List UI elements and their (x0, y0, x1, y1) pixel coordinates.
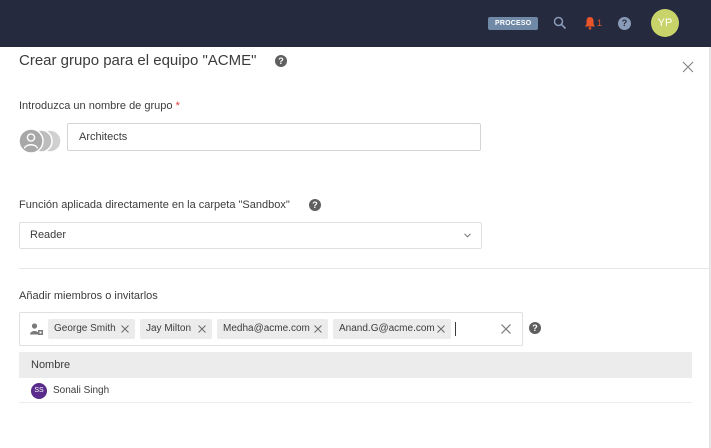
remove-chip-icon[interactable] (437, 325, 445, 333)
user-avatar[interactable]: YP (651, 9, 679, 37)
role-selected-value: Reader (30, 229, 67, 241)
bell-icon[interactable] (584, 16, 596, 30)
member-chip: Medha@acme.com (217, 319, 328, 339)
top-bar: PROCESO 1 ? YP (0, 0, 711, 47)
member-chip-label: George Smith (54, 323, 116, 334)
chevron-down-icon (464, 233, 471, 238)
member-chip: Jay Milton (140, 319, 212, 339)
remove-chip-icon[interactable] (314, 325, 322, 333)
group-avatar-icon (18, 128, 62, 154)
result-avatar: SS (31, 383, 47, 399)
remove-chip-icon[interactable] (198, 325, 206, 333)
help-icon[interactable]: ? (618, 17, 631, 30)
clear-icon[interactable] (501, 324, 511, 334)
member-chip: Anand.G@acme.com (333, 319, 451, 339)
remove-chip-icon[interactable] (121, 325, 129, 333)
member-chip-label: Anand.G@acme.com (339, 323, 435, 334)
close-icon[interactable] (682, 61, 694, 73)
member-chip-label: Jay Milton (146, 323, 192, 334)
search-icon[interactable] (553, 16, 567, 30)
notification-count: 1 (597, 18, 603, 28)
group-name-label: Introduzca un nombre de grupo * (19, 99, 180, 113)
members-input[interactable]: George Smith Jay Milton Medha@acme.com A… (19, 312, 523, 346)
role-select[interactable]: Reader (19, 222, 482, 249)
process-badge[interactable]: PROCESO (488, 17, 539, 30)
members-label: Añadir miembros o invitarlos (19, 290, 158, 302)
required-mark: * (175, 100, 180, 112)
members-help-icon[interactable]: ? (529, 322, 541, 334)
result-name: Sonali Singh (53, 385, 110, 396)
text-caret (455, 322, 456, 336)
member-chip: George Smith (48, 319, 135, 339)
group-name-label-text: Introduzca un nombre de grupo (19, 100, 173, 112)
title-help-icon[interactable]: ? (275, 55, 287, 67)
member-chip-label: Medha@acme.com (223, 323, 310, 334)
role-help-icon[interactable]: ? (309, 199, 321, 211)
results-header: Nombre (19, 352, 692, 378)
add-member-icon (30, 323, 43, 335)
group-name-input[interactable]: Architects (67, 123, 481, 151)
dialog-title: Crear grupo para el equipo "ACME" (19, 52, 257, 69)
role-label: Función aplicada directamente en la carp… (19, 199, 290, 211)
section-divider (19, 268, 711, 269)
result-row[interactable]: SS Sonali Singh (19, 378, 692, 403)
